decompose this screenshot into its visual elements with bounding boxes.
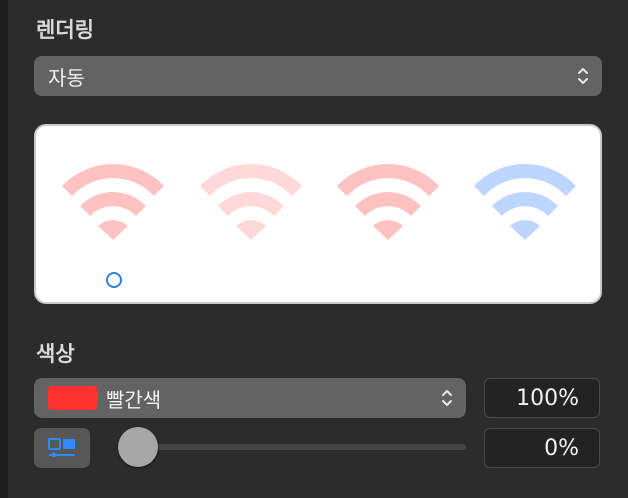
palette-mode-button[interactable]	[34, 428, 90, 468]
palette-mode-icon	[48, 438, 75, 458]
color-section-label: 색상	[36, 342, 75, 366]
selection-indicator	[106, 272, 122, 288]
offset-slider-track[interactable]	[120, 444, 466, 450]
offset-slider-knob[interactable]	[118, 427, 158, 467]
panel-edge	[0, 0, 8, 498]
rendering-preview[interactable]	[34, 124, 602, 304]
color-popup-value: 빨간색	[106, 387, 162, 412]
wifi-red-symbol[interactable]	[58, 156, 168, 246]
up-down-chevron-icon	[578, 68, 588, 84]
wifi-blue-symbol[interactable]	[470, 156, 580, 246]
symbol-inspector-panel: 렌더링 자동 색상 빨간색 100% 0%	[0, 0, 628, 498]
offset-field[interactable]: 0%	[484, 428, 600, 468]
color-swatch	[48, 386, 98, 410]
color-popup[interactable]: 빨간색	[34, 378, 466, 418]
up-down-chevron-icon	[442, 390, 452, 406]
rendering-mode-popup[interactable]: 자동	[34, 56, 602, 96]
rendering-mode-value: 자동	[48, 65, 85, 90]
rendering-section-label: 렌더링	[36, 18, 94, 42]
opacity-field[interactable]: 100%	[484, 378, 600, 418]
wifi-red-symbol-2[interactable]	[333, 156, 443, 246]
wifi-light-red-symbol[interactable]	[196, 156, 306, 246]
